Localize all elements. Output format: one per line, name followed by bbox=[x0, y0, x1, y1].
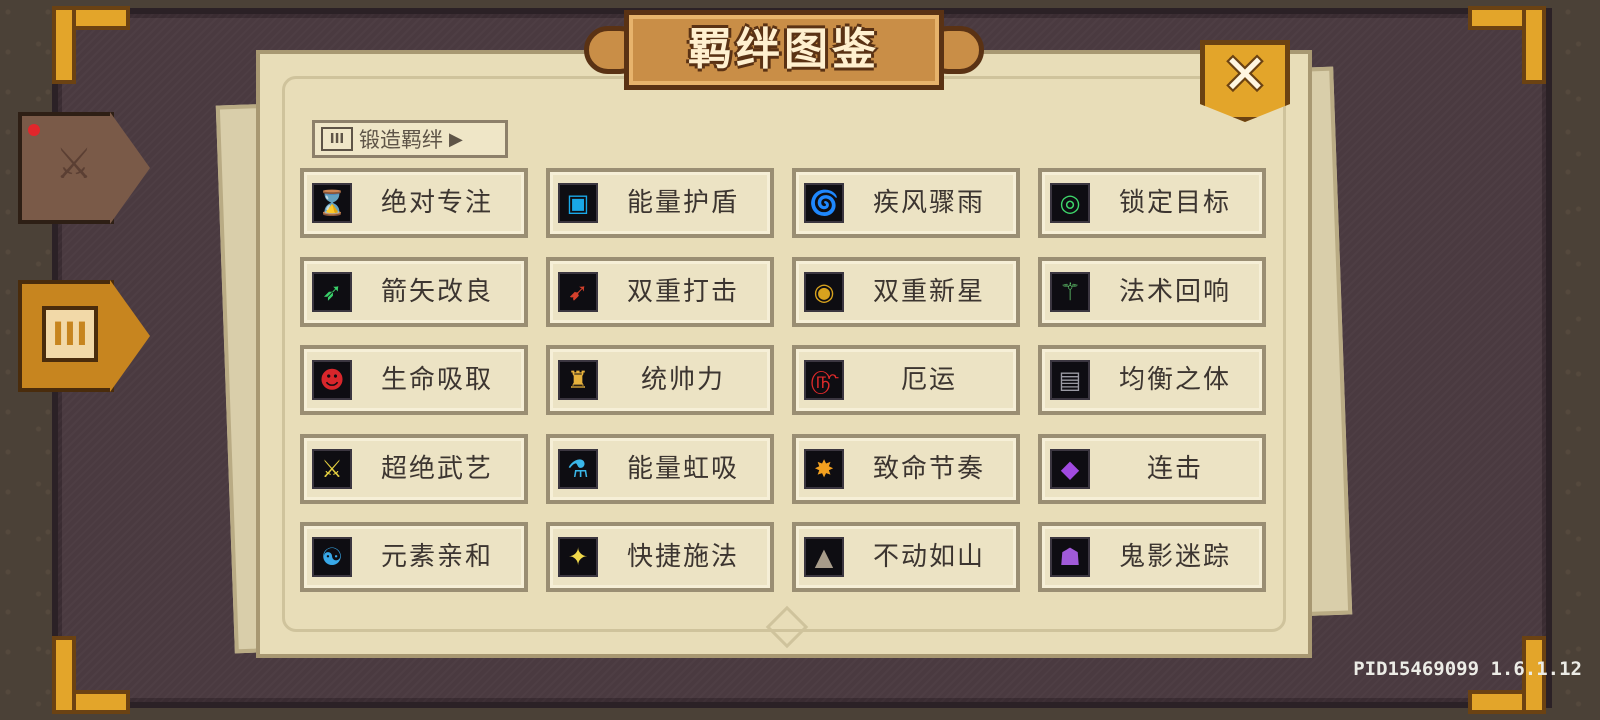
bond-card[interactable]: ௹ 厄运 bbox=[792, 345, 1020, 415]
frame-corner bbox=[52, 6, 130, 84]
crystal-icon: ◆ bbox=[1050, 449, 1090, 489]
bond-card[interactable]: ➹ 双重打击 bbox=[546, 257, 774, 327]
frame-corner bbox=[1468, 6, 1546, 84]
frame-corner bbox=[52, 636, 130, 714]
bond-label: 双重打击 bbox=[626, 277, 739, 307]
tab-bonds[interactable]: III bbox=[18, 280, 150, 392]
bond-label: 疾风骤雨 bbox=[872, 188, 985, 218]
bond-card[interactable]: ⚚ 法术回响 bbox=[1038, 257, 1266, 327]
bond-label: 锁定目标 bbox=[1118, 188, 1231, 218]
bond-label: 元素亲和 bbox=[380, 542, 493, 572]
version-label: PID15469099 1.6.1.12 bbox=[1353, 658, 1582, 680]
bond-label: 统帅力 bbox=[640, 365, 725, 395]
bond-card[interactable]: ⌛ 绝对专注 bbox=[300, 168, 528, 238]
bond-card[interactable]: ◉ 双重新星 bbox=[792, 257, 1020, 327]
bond-label: 不动如山 bbox=[872, 542, 985, 572]
close-icon[interactable]: ✕ bbox=[1200, 40, 1290, 110]
nova-icon: ◉ bbox=[804, 272, 844, 312]
title-plaque: 羁绊图鉴 bbox=[584, 4, 984, 96]
bulb-icon: ✦ bbox=[558, 537, 598, 577]
potion-icon: ⚗ bbox=[558, 449, 598, 489]
bond-label: 厄运 bbox=[900, 365, 957, 395]
bond-card[interactable]: ♜ 统帅力 bbox=[546, 345, 774, 415]
bond-label: 绝对专注 bbox=[380, 188, 493, 218]
book-icon: III bbox=[42, 306, 98, 362]
bond-label: 生命吸取 bbox=[380, 365, 493, 395]
bond-card[interactable]: ✸ 致命节奏 bbox=[792, 434, 1020, 504]
bond-card[interactable]: ☻ 生命吸取 bbox=[300, 345, 528, 415]
elements-icon: ☯ bbox=[312, 537, 352, 577]
rock-icon: ▲ bbox=[804, 537, 844, 577]
blade-icon: ⚔ bbox=[312, 449, 352, 489]
curse-icon: ௹ bbox=[804, 360, 844, 400]
bond-label: 双重新星 bbox=[872, 277, 985, 307]
bond-card[interactable]: ⚗ 能量虹吸 bbox=[546, 434, 774, 504]
armor-icon: ▤ bbox=[1050, 360, 1090, 400]
bond-card[interactable]: ☯ 元素亲和 bbox=[300, 522, 528, 592]
bond-card[interactable]: ▤ 均衡之体 bbox=[1038, 345, 1266, 415]
sword-icon: ⚔ bbox=[55, 139, 93, 188]
staff-icon: ⚚ bbox=[1050, 272, 1090, 312]
bond-label: 能量护盾 bbox=[626, 188, 739, 218]
bond-label: 鬼影迷踪 bbox=[1118, 542, 1231, 572]
page-title: 羁绊图鉴 bbox=[688, 24, 880, 75]
forge-bond-label: 锻造羁绊 bbox=[359, 128, 443, 152]
play-arrow-icon: ▶ bbox=[449, 128, 463, 150]
bond-label: 快捷施法 bbox=[626, 542, 739, 572]
bond-card[interactable]: 🌀 疾风骤雨 bbox=[792, 168, 1020, 238]
bond-label: 致命节奏 bbox=[872, 454, 985, 484]
bond-card[interactable]: ➶ 箭矢改良 bbox=[300, 257, 528, 327]
bond-card[interactable]: ◆ 连击 bbox=[1038, 434, 1266, 504]
bond-label: 箭矢改良 bbox=[380, 277, 493, 307]
ghost-icon: ☗ bbox=[1050, 537, 1090, 577]
bow-icon: ➹ bbox=[558, 272, 598, 312]
bond-label: 法术回响 bbox=[1118, 277, 1231, 307]
bond-card[interactable]: ◎ 锁定目标 bbox=[1038, 168, 1266, 238]
bond-label: 连击 bbox=[1146, 454, 1203, 484]
bond-label: 能量虹吸 bbox=[626, 454, 739, 484]
hourglass-icon: ⌛ bbox=[312, 183, 352, 223]
skull-icon: ☻ bbox=[312, 360, 352, 400]
arrows-icon: ➶ bbox=[312, 272, 352, 312]
bond-card[interactable]: ✦ 快捷施法 bbox=[546, 522, 774, 592]
bond-label: 超绝武艺 bbox=[380, 454, 493, 484]
target-icon: ◎ bbox=[1050, 183, 1090, 223]
shield-icon: ▣ bbox=[558, 183, 598, 223]
trophy-icon: ♜ bbox=[558, 360, 598, 400]
notification-dot bbox=[28, 124, 40, 136]
bond-card[interactable]: ☗ 鬼影迷踪 bbox=[1038, 522, 1266, 592]
bond-label: 均衡之体 bbox=[1118, 365, 1231, 395]
bond-card[interactable]: ▲ 不动如山 bbox=[792, 522, 1020, 592]
book-icon: III bbox=[321, 127, 353, 151]
forge-bond-button[interactable]: III 锻造羁绊 ▶ bbox=[312, 120, 508, 158]
bond-card[interactable]: ⚔ 超绝武艺 bbox=[300, 434, 528, 504]
tornado-icon: 🌀 bbox=[804, 183, 844, 223]
explosion-icon: ✸ bbox=[804, 449, 844, 489]
bond-card[interactable]: ▣ 能量护盾 bbox=[546, 168, 774, 238]
